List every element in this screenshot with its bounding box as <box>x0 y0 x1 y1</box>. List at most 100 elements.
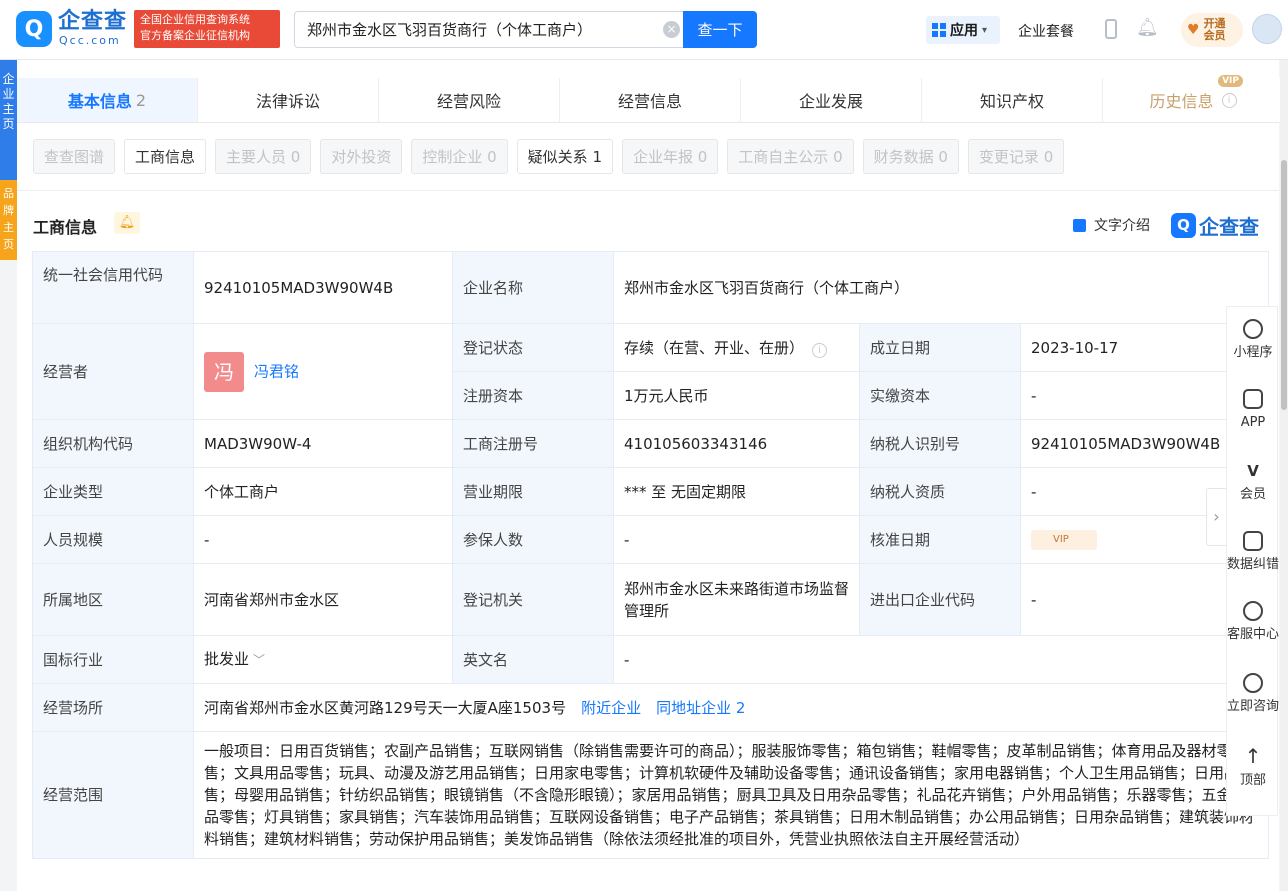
tab-basic-info[interactable]: 基本信息 2 <box>17 78 198 122</box>
industry-cell[interactable]: 批发业 ﹀ <box>193 635 453 684</box>
vip-lock-icon[interactable]: VIP <box>1031 530 1097 550</box>
logo-name[interactable]: 企查查 <box>58 10 127 34</box>
region-value: 河南省郑州市金水区 <box>193 563 453 636</box>
company-name-value: 郑州市金水区飞羽百货商行（个体工商户） <box>612 251 1270 324</box>
type-label: 企业类型 <box>32 467 194 516</box>
back-to-top-icon: ↑ <box>1244 744 1262 768</box>
status-label: 登记状态 <box>452 323 614 372</box>
expand-panel-chevron-icon[interactable]: › <box>1206 488 1226 546</box>
monitor-bell-icon[interactable]: 🔔︎ <box>114 212 140 234</box>
user-avatar[interactable] <box>1252 14 1282 44</box>
clear-icon[interactable]: × <box>663 21 680 38</box>
search-input[interactable] <box>295 12 655 47</box>
reg-no-label: 工商注册号 <box>452 419 614 468</box>
apps-menu-button[interactable]: 应用 ▾ <box>926 16 1000 44</box>
official-badge: 全国企业信用查询系统 官方备案企业征信机构 <box>134 10 280 48</box>
apps-grid-icon <box>932 23 946 37</box>
badge-line-1: 全国企业信用查询系统 <box>140 13 250 26</box>
tab-operation[interactable]: 经营信息 <box>560 78 741 122</box>
org-code-value: MAD3W90W-4 <box>193 419 453 468</box>
type-value: 个体工商户 <box>193 467 453 516</box>
same-address-link[interactable]: 同地址企业 2 <box>656 699 745 717</box>
data-correction-button[interactable]: 数据纠错 <box>1227 531 1279 575</box>
text-intro-link[interactable]: 文字介绍 <box>1073 215 1150 235</box>
subtab-controlled[interactable]: 控制企业 0 <box>411 139 508 174</box>
top-navigation-bar: Q 企查查 Qcc.com 全国企业信用查询系统 官方备案企业征信机构 × 查一… <box>0 0 1288 60</box>
chevron-down-icon: ﹀ <box>253 653 266 667</box>
enterprise-suite-link[interactable]: 企业套餐 <box>1018 21 1074 41</box>
nearby-companies-link[interactable]: 附近企业 <box>581 699 641 717</box>
approve-date-label: 核准日期 <box>859 515 1021 564</box>
document-icon <box>1073 218 1086 232</box>
tab-history[interactable]: 历史信息 VIP i <box>1103 75 1284 122</box>
status-info-icon[interactable]: i <box>812 342 828 358</box>
member-button[interactable]: V 会员 <box>1227 461 1279 505</box>
tab-count: 2 <box>135 90 147 110</box>
english-name-label: 英文名 <box>452 635 614 684</box>
reg-no-value: 410105603343146 <box>613 419 860 468</box>
operator-cell: 冯冯君铭 <box>193 323 453 420</box>
table-row: 组织机构代码 MAD3W90W-4 工商注册号 410105603343146 … <box>32 419 1270 468</box>
edit-icon <box>1243 531 1263 551</box>
section-title: 工商信息 <box>33 218 98 237</box>
term-value: *** 至 无固定期限 <box>613 467 860 516</box>
tab-development[interactable]: 企业发展 <box>741 78 922 122</box>
subtab-business-info[interactable]: 工商信息 <box>124 139 207 174</box>
tab-risk[interactable]: 经营风险 <box>379 78 560 122</box>
section-brand-logo: Q 企查查 <box>1171 211 1259 240</box>
divider <box>17 190 1279 191</box>
table-row: 经营者 冯冯君铭 登记状态 存续（在营、开业、在册） i 成立日期 2023-10… <box>32 323 1270 420</box>
mini-program-button[interactable]: 小程序 <box>1227 319 1279 363</box>
vip-label: 开通 会员 <box>1203 17 1226 42</box>
address-cell: 河南省郑州市金水区黄河路129号天一大厦A座1503号 附近企业 同地址企业 2 <box>192 683 1270 732</box>
scope-label: 经营范围 <box>32 731 194 859</box>
subtab-annual-reports[interactable]: 企业年报 0 <box>621 139 719 174</box>
open-vip-button[interactable]: ♥ 开通 会员 <box>1181 13 1243 47</box>
subtab-suspected-relations[interactable]: 疑似关系 1 <box>516 139 613 174</box>
consult-now-button[interactable]: 立即咨询 <box>1227 673 1279 717</box>
subtab-self-disclosure[interactable]: 工商自主公示 0 <box>727 139 854 174</box>
info-icon: i <box>1221 92 1237 108</box>
qcc-mark-icon: Q <box>1171 213 1196 238</box>
capital-label: 注册资本 <box>452 371 614 420</box>
phone-icon[interactable] <box>1105 19 1117 39</box>
credit-code-value: 92410105MAD3W90W4B <box>193 251 453 324</box>
insured-value: - <box>613 515 860 564</box>
founded-label: 成立日期 <box>859 323 1021 372</box>
subtab-key-people[interactable]: 主要人员 0 <box>215 139 312 174</box>
tax-id-label: 纳税人识别号 <box>859 419 1021 468</box>
operator-label: 经营者 <box>32 323 194 420</box>
scrollbar-thumb[interactable] <box>1281 160 1287 410</box>
tab-ip[interactable]: 知识产权 <box>922 78 1103 122</box>
main-tabs: 基本信息 2 法律诉讼 经营风险 经营信息 企业发展 知识产权 历史信息 VIP i <box>17 75 1284 123</box>
sub-tabs: 查查图谱 工商信息 主要人员 0 对外投资 控制企业 0 疑似关系 1 企业年报… <box>33 139 1065 175</box>
chat-icon <box>1243 673 1263 693</box>
tab-legal[interactable]: 法律诉讼 <box>198 78 379 122</box>
tax-qual-label: 纳税人资质 <box>859 467 1021 516</box>
staff-value: - <box>193 515 453 564</box>
back-to-top-button[interactable]: ↑ 顶部 <box>1227 744 1279 791</box>
credit-code-label: 统一社会信用代码 <box>32 251 194 324</box>
qcc-logo-icon[interactable]: Q <box>16 11 52 47</box>
term-label: 营业期限 <box>452 467 614 516</box>
operator-link[interactable]: 冯君铭 <box>254 362 299 380</box>
support-center-button[interactable]: 客服中心 <box>1227 601 1279 645</box>
paid-capital-label: 实缴资本 <box>859 371 1021 420</box>
search-button[interactable]: 查一下 <box>683 11 757 48</box>
badge-line-2: 官方备案企业征信机构 <box>140 29 250 42</box>
headset-icon <box>1243 601 1263 621</box>
bell-icon[interactable]: 🔔︎ <box>1136 18 1159 38</box>
table-row: 人员规模 - 参保人数 - 核准日期 VIP <box>32 515 1270 564</box>
table-row: 国标行业 批发业 ﹀ 英文名 - <box>32 635 1270 684</box>
subtab-investments[interactable]: 对外投资 <box>320 139 403 174</box>
capital-value: 1万元人民币 <box>613 371 860 420</box>
subtab-graph[interactable]: 查查图谱 <box>33 139 116 174</box>
industry-label: 国标行业 <box>32 635 194 684</box>
address-label: 经营场所 <box>32 683 194 732</box>
subtab-financials[interactable]: 财务数据 0 <box>862 139 959 174</box>
vip-heart-icon: ♥ <box>1187 22 1200 38</box>
vip-tag: VIP <box>1218 75 1243 87</box>
subtab-change-records[interactable]: 变更记录 0 <box>967 139 1065 174</box>
app-button[interactable]: APP <box>1227 389 1279 433</box>
authority-label: 登记机关 <box>452 563 614 636</box>
